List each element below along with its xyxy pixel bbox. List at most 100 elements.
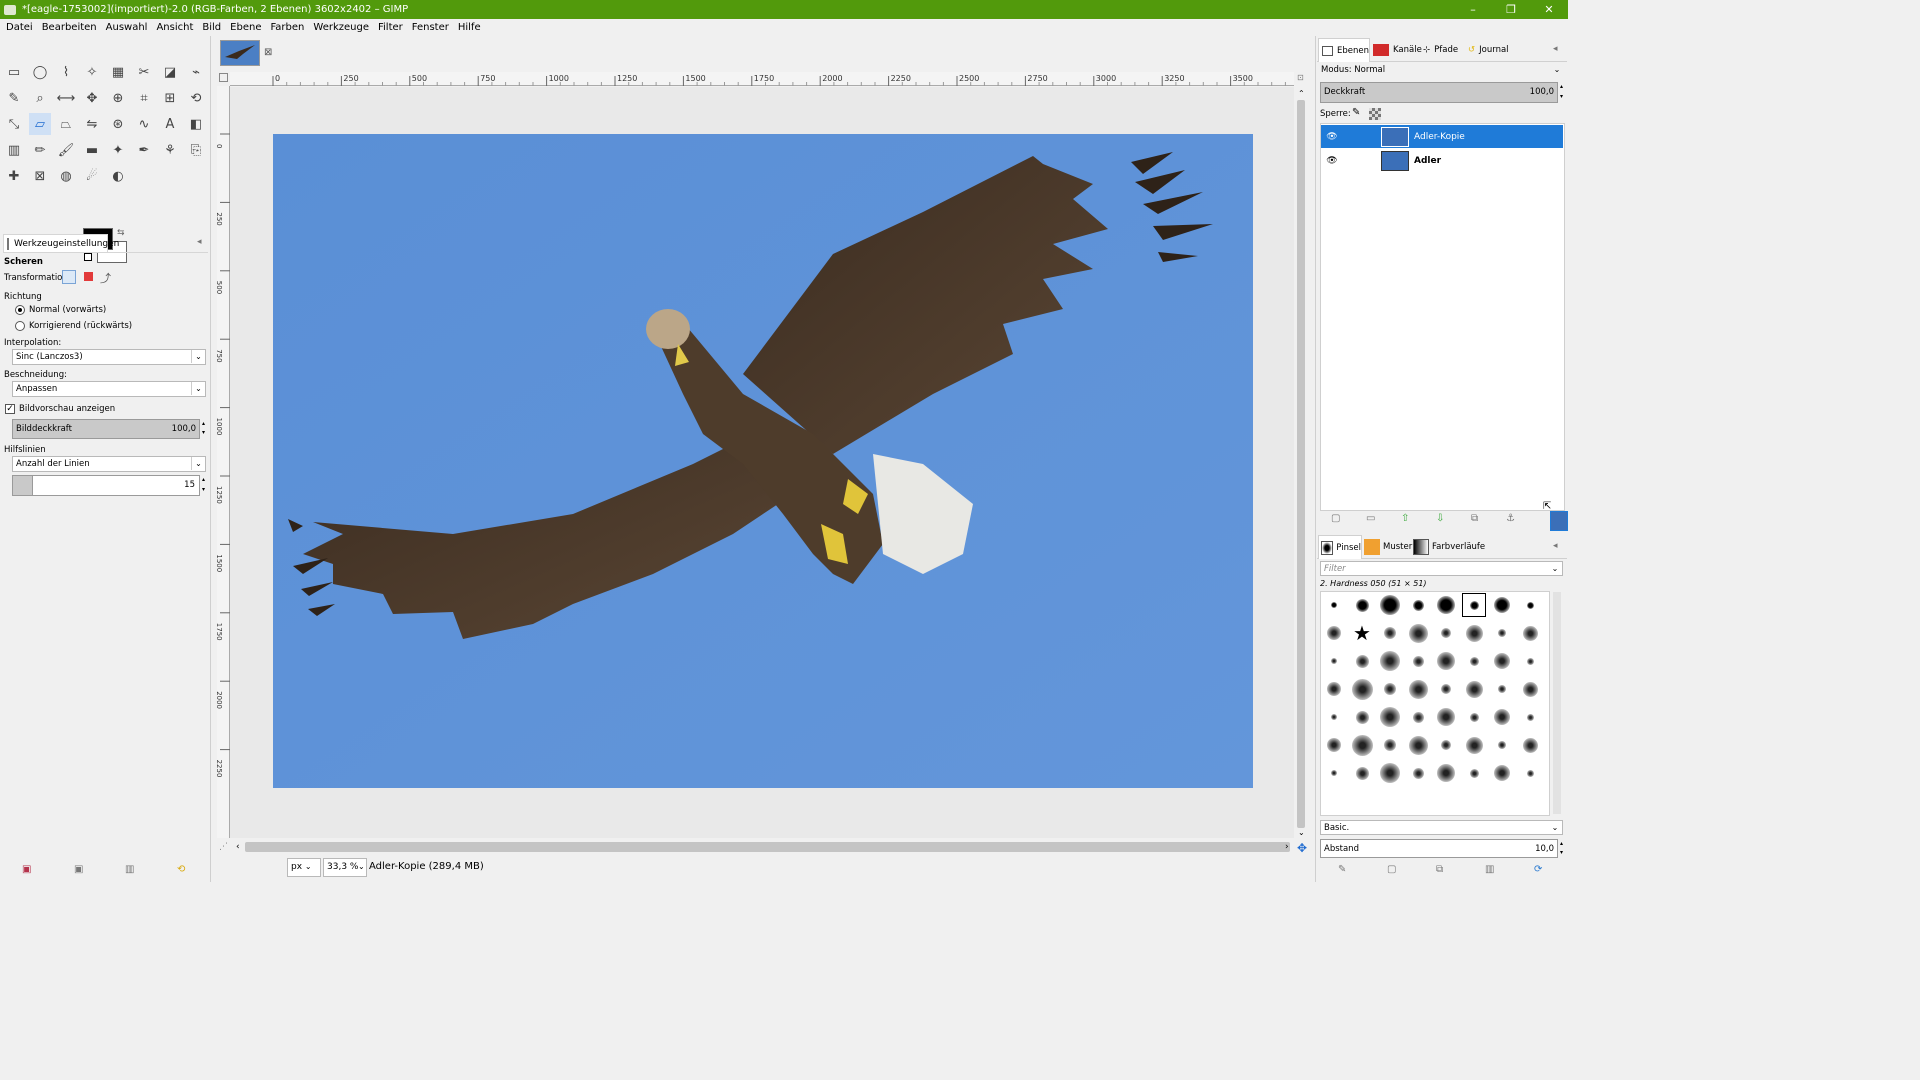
shear-tool[interactable]: ▱ [29,113,51,135]
menu-filter[interactable]: Filter [378,22,403,33]
brush-item[interactable] [1435,678,1457,700]
layer-opacity-spinner[interactable]: ▴ ▾ [1558,82,1565,103]
tab-pinsel[interactable]: Pinsel [1318,535,1362,559]
paths-tool[interactable]: ⌁ [185,61,207,83]
brush-item[interactable] [1435,706,1457,728]
guides-select[interactable]: Anzahl der Linien ⌄ [12,456,206,472]
brush-item[interactable] [1463,762,1485,784]
brush-item[interactable] [1463,622,1485,644]
airbrush-tool[interactable]: ✦ [107,139,129,161]
brush-item[interactable] [1435,734,1457,756]
horizontal-scrollbar[interactable] [245,842,1290,852]
brush-item[interactable] [1407,734,1429,756]
brush-item[interactable] [1351,650,1373,672]
gradient-tool[interactable]: ▥ [3,139,25,161]
brush-item[interactable] [1519,622,1541,644]
edit-brush-icon[interactable]: ✎ [1338,864,1346,875]
brush-item[interactable] [1519,706,1541,728]
panel-menu-icon[interactable]: ◂ [1553,44,1558,54]
layer-row-adler-kopie[interactable]: 👁 Adler-Kopie [1321,125,1563,148]
rotate-tool[interactable]: ⟲ [185,87,207,109]
perspective-tool[interactable]: ⏢ [55,113,77,135]
brush-item[interactable] [1491,734,1513,756]
new-layer-group-icon[interactable]: ▭ [1366,513,1375,524]
image-tab-thumbnail[interactable] [220,40,260,66]
layer-row-adler[interactable]: 👁 Adler [1321,149,1563,172]
vertical-scrollbar[interactable] [1297,100,1305,828]
menu-werkzeuge[interactable]: Werkzeuge [313,22,369,33]
brush-item[interactable] [1323,762,1345,784]
clipping-select[interactable]: Anpassen ⌄ [12,381,206,397]
reset-options-icon[interactable]: ⟲ [177,864,185,875]
menu-bild[interactable]: Bild [202,22,221,33]
brush-item[interactable] [1379,762,1401,784]
lower-layer-icon[interactable]: ⇩ [1436,513,1444,524]
brush-item[interactable] [1463,734,1485,756]
heal-tool[interactable]: ✚ [3,165,25,187]
brush-item[interactable] [1323,650,1345,672]
brush-item[interactable] [1491,650,1513,672]
color-picker-tool[interactable]: ✎ [3,87,25,109]
scissors-select-tool[interactable]: ✂ [133,61,155,83]
maximize-button[interactable]: ❐ [1492,3,1530,16]
brush-item[interactable] [1379,706,1401,728]
brush-item[interactable] [1379,734,1401,756]
smudge-tool[interactable]: ☄ [81,165,103,187]
tab-journal[interactable]: ↺ Journal [1468,38,1509,62]
brush-preset-select[interactable]: Basic. ⌄ [1320,820,1563,835]
paintbrush-tool[interactable]: 🖌 [55,139,77,161]
flip-tool[interactable]: ⇋ [81,113,103,135]
close-image-tab-icon[interactable]: ⊠ [264,47,272,58]
panel-menu-icon[interactable]: ◂ [197,237,202,247]
brush-item[interactable] [1407,650,1429,672]
tab-kanaele[interactable]: Kanäle [1373,38,1422,62]
tab-muster[interactable]: Muster [1364,535,1412,559]
perspective-clone-tool[interactable]: ⊠ [29,165,51,187]
panel-menu-icon[interactable]: ◂ [1553,541,1558,551]
brush-item[interactable] [1435,622,1457,644]
chevron-down-icon[interactable]: ⌄ [358,862,365,871]
layer-mode-select[interactable]: Modus: Normal ⌄ [1318,63,1564,79]
layer-name[interactable]: Adler-Kopie [1414,132,1465,142]
brush-item[interactable] [1323,706,1345,728]
brush-item[interactable] [1462,593,1486,617]
menu-ebene[interactable]: Ebene [230,22,261,33]
menu-hilfe[interactable]: Hilfe [458,22,481,33]
brush-item[interactable] [1519,650,1541,672]
pencil-tool[interactable]: ✏ [29,139,51,161]
brush-item[interactable] [1519,762,1541,784]
brush-item[interactable] [1491,706,1513,728]
duplicate-layer-icon[interactable]: ⧉ [1471,513,1478,524]
interpolation-select[interactable]: Sinc (Lanczos3) ⌄ [12,349,206,365]
brush-item[interactable] [1435,594,1457,616]
zoom-tool[interactable]: ⌕ [29,87,51,109]
scale-tool[interactable]: ⤡ [3,113,25,135]
brush-item[interactable] [1351,762,1373,784]
eye-icon[interactable]: 👁 [1321,156,1343,166]
rect-select-tool[interactable]: ▭ [3,61,25,83]
unified-transform-tool[interactable]: ⊞ [159,87,181,109]
brush-item[interactable] [1519,594,1541,616]
foreground-select-tool[interactable]: ◪ [159,61,181,83]
lock-alpha-icon[interactable] [1369,108,1381,120]
brush-item[interactable] [1407,678,1429,700]
scroll-up-icon[interactable]: ⌃ [1298,89,1305,98]
default-colors-icon[interactable] [84,253,92,261]
crop-tool[interactable]: ⌗ [133,87,155,109]
zoom-toggle-icon[interactable]: ⋰ [219,842,228,852]
eagle-image[interactable] [273,134,1253,788]
restore-options-icon[interactable]: ▣ [74,864,83,875]
guide-lines-spinner[interactable]: ▴ ▾ [200,475,207,496]
brush-item[interactable]: ★ [1351,621,1373,645]
scroll-down-icon[interactable]: ⌄ [1298,828,1305,837]
brush-item[interactable] [1435,650,1457,672]
brush-item[interactable] [1519,678,1541,700]
ink-tool[interactable]: ✒ [133,139,155,161]
navigate-icon[interactable]: ✥ [1297,841,1307,855]
free-select-tool[interactable]: ⌇ [55,61,77,83]
brush-item[interactable] [1323,734,1345,756]
brush-item[interactable] [1463,650,1485,672]
brush-item[interactable] [1407,622,1429,644]
tool-options-tab[interactable]: Werkzeugeinstellungen [3,234,119,252]
transform-selection-icon[interactable] [84,272,93,281]
